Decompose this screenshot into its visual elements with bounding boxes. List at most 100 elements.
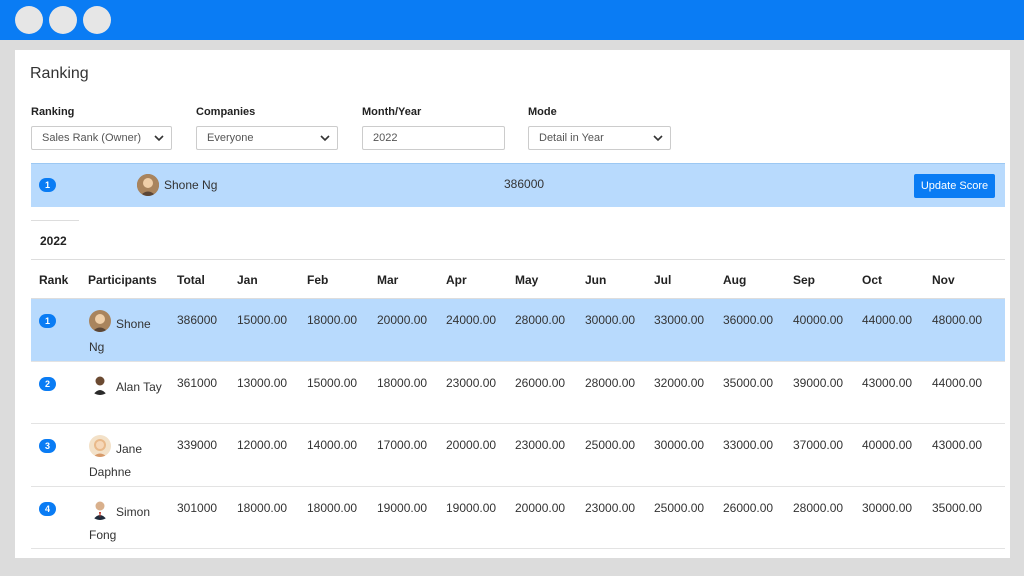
month-value-cell: 23000.00	[515, 438, 566, 452]
month-value-cell: 24000.00	[446, 313, 497, 327]
month-value-cell: 37000.00	[793, 438, 844, 452]
rank-badge: 1	[39, 178, 56, 192]
column-header-sep[interactable]: Sep	[793, 273, 815, 287]
column-header-jul[interactable]: Jul	[654, 273, 671, 287]
ranking-panel: Ranking Ranking Sales Rank (Owner) Compa…	[15, 50, 1010, 558]
month-value-cell: 15000.00	[307, 375, 358, 390]
participant-name: Jane Daphne	[89, 442, 143, 479]
mode-filter-label: Mode	[528, 106, 557, 118]
month-value-cell: 28000.00	[585, 375, 636, 390]
companies-select[interactable]: Everyone	[196, 126, 338, 150]
chevron-down-icon	[320, 135, 330, 142]
month-value-cell: 17000.00	[377, 438, 428, 452]
participant-name: Shone Ng	[89, 317, 151, 354]
top-score: 386000	[504, 177, 545, 191]
companies-select-value: Everyone	[207, 132, 254, 144]
month-value-cell: 36000.00	[723, 313, 774, 327]
window-maximize-button[interactable]	[83, 6, 111, 34]
month-value-cell: 18000.00	[237, 500, 288, 515]
month-value-cell: 25000.00	[654, 500, 705, 515]
month-value-cell: 23000.00	[585, 500, 636, 515]
column-header-total[interactable]: Total	[177, 273, 205, 287]
mode-select-value: Detail in Year	[539, 132, 604, 144]
month-value-cell: 30000.00	[862, 500, 913, 515]
month-value-cell: 35000.00	[723, 375, 774, 390]
ranking-filter-label: Ranking	[31, 106, 75, 118]
column-header-participants[interactable]: Participants	[88, 273, 157, 287]
column-header-jun[interactable]: Jun	[585, 273, 606, 287]
month-value-cell: 18000.00	[307, 500, 358, 515]
month-value-cell: 48000.00	[932, 313, 983, 327]
ranking-table: Rank Participants Total Jan Feb Mar Apr May Jun J…	[31, 259, 1005, 549]
top-participant-name: Shone Ng	[164, 178, 218, 192]
rank-badge: 4	[39, 501, 56, 516]
month-value-cell: 26000.00	[723, 500, 774, 515]
month-value-cell: 43000.00	[932, 438, 983, 452]
window-close-button[interactable]	[15, 6, 43, 34]
column-header-mar[interactable]: Mar	[377, 273, 398, 287]
month-value-cell: 23000.00	[446, 375, 497, 390]
table-row[interactable]: 3 Jane Daphne 339000 12000.00 14000.00 17000.…	[31, 424, 1005, 487]
rank-badge: 1	[39, 314, 56, 328]
chevron-down-icon	[154, 135, 164, 142]
month-value-cell: 20000.00	[377, 313, 428, 327]
month-value-cell: 18000.00	[377, 375, 428, 390]
month-value-cell: 40000.00	[793, 313, 844, 327]
month-value-cell: 19000.00	[377, 500, 428, 515]
ranking-select-value: Sales Rank (Owner)	[42, 132, 142, 144]
update-score-button[interactable]: Update Score	[914, 174, 995, 198]
participant-name: Alan Tay	[116, 379, 162, 394]
table-row[interactable]: 2 Alan Tay 361000 13000.00 15000.00 18000.00 2…	[31, 362, 1005, 424]
month-value-cell: 20000.00	[446, 438, 497, 452]
avatar	[137, 174, 159, 196]
month-value-cell: 33000.00	[654, 313, 705, 327]
month-value-cell: 40000.00	[862, 438, 913, 452]
month-year-input-value: 2022	[373, 132, 398, 144]
companies-filter-label: Companies	[196, 106, 256, 118]
month-value-cell: 28000.00	[793, 500, 844, 515]
tab-2022[interactable]: 2022	[31, 220, 79, 260]
month-value-cell: 32000.00	[654, 375, 705, 390]
window-titlebar	[0, 0, 1024, 40]
column-header-apr[interactable]: Apr	[446, 273, 467, 287]
month-value-cell: 19000.00	[446, 500, 497, 515]
column-header-jan[interactable]: Jan	[237, 273, 258, 287]
month-value-cell: 20000.00	[515, 500, 566, 515]
rank-badge: 2	[39, 376, 56, 391]
month-year-input[interactable]: 2022	[362, 126, 505, 150]
month-value-cell: 39000.00	[793, 375, 844, 390]
table-row[interactable]: 1 Shone Ng 386000 15000.00 18000.00 20000.00 2…	[31, 299, 1005, 362]
table-row[interactable]: 4 Simon Fong 301000 18000.00 18000.00 19000.0…	[31, 487, 1005, 549]
total-cell: 339000	[177, 438, 218, 452]
page-title: Ranking	[30, 65, 89, 82]
column-header-rank[interactable]: Rank	[39, 273, 68, 287]
month-year-filter-label: Month/Year	[362, 106, 422, 118]
month-value-cell: 28000.00	[515, 313, 566, 327]
table-body: 1 Shone Ng 386000 15000.00 18000.00 20000.00 2…	[31, 299, 1005, 549]
month-value-cell: 14000.00	[307, 438, 358, 452]
column-header-oct[interactable]: Oct	[862, 273, 882, 287]
month-value-cell: 18000.00	[307, 313, 358, 327]
month-value-cell: 44000.00	[932, 375, 983, 390]
total-cell: 301000	[177, 500, 218, 515]
chevron-down-icon	[653, 135, 663, 142]
window-minimize-button[interactable]	[49, 6, 77, 34]
column-header-may[interactable]: May	[515, 273, 538, 287]
column-header-feb[interactable]: Feb	[307, 273, 328, 287]
month-value-cell: 30000.00	[654, 438, 705, 452]
month-value-cell: 12000.00	[237, 438, 288, 452]
top-ranked-card: 1 Shone Ng 386000 Update Score	[31, 163, 1005, 207]
table-header: Rank Participants Total Jan Feb Mar Apr May Jun J…	[31, 259, 1005, 299]
column-header-nov[interactable]: Nov	[932, 273, 955, 287]
rank-badge: 3	[39, 439, 56, 453]
month-value-cell: 13000.00	[237, 375, 288, 390]
month-value-cell: 25000.00	[585, 438, 636, 452]
mode-select[interactable]: Detail in Year	[528, 126, 671, 150]
column-header-aug[interactable]: Aug	[723, 273, 746, 287]
month-value-cell: 15000.00	[237, 313, 288, 327]
month-value-cell: 43000.00	[862, 375, 913, 390]
ranking-select[interactable]: Sales Rank (Owner)	[31, 126, 172, 150]
month-value-cell: 44000.00	[862, 313, 913, 327]
month-value-cell: 35000.00	[932, 500, 983, 515]
total-cell: 386000	[177, 313, 218, 327]
